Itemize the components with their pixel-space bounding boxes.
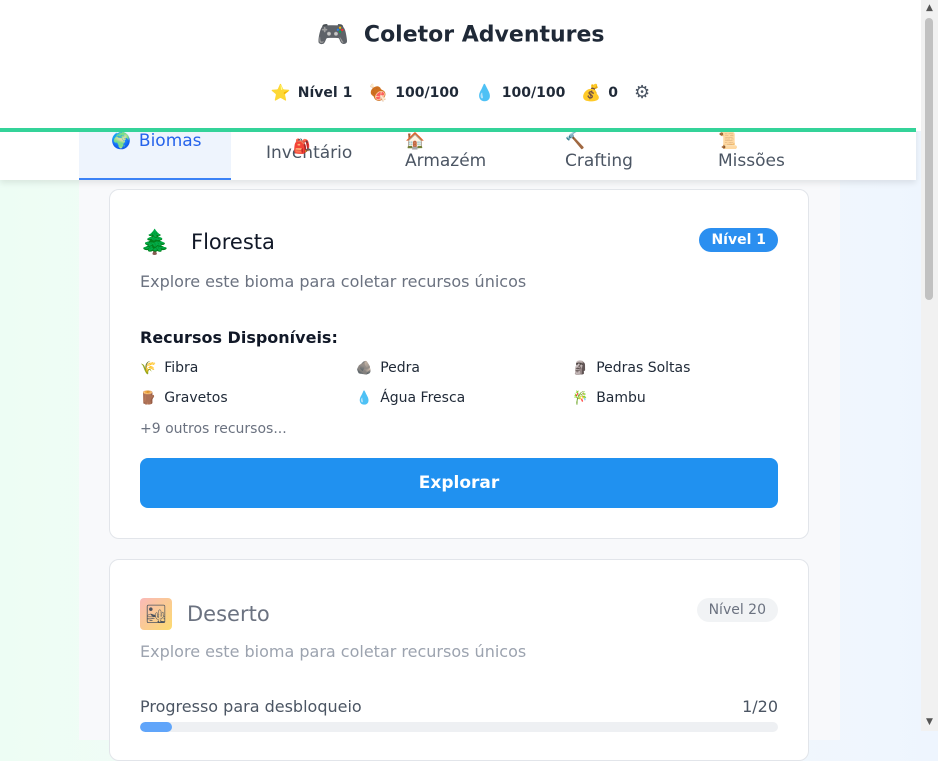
stat-hunger: 🍖 100/100 xyxy=(368,83,458,102)
stones-icon: 🗿 xyxy=(572,361,589,376)
rock-icon: 🪨 xyxy=(356,361,373,376)
globe-icon: 🌍 xyxy=(111,131,131,150)
star-icon: ⭐ xyxy=(270,83,291,102)
resource-item: 🪨 Pedra xyxy=(356,360,420,376)
money-bag-icon: 💰 xyxy=(581,83,602,102)
hammer-icon: 🔨 xyxy=(565,131,585,150)
backpack-icon: 🎒 xyxy=(293,139,311,155)
app-header: 🎮 Coletor Adventures ⭐ Nível 1 🍖 100/100… xyxy=(0,0,921,132)
level-value: Nível 1 xyxy=(297,84,353,101)
unlock-progress-label: Progresso para desbloqueio xyxy=(140,697,362,716)
biome-header: 🏜 Deserto xyxy=(140,598,270,630)
scrollbar[interactable]: ▲ ▼ xyxy=(921,0,938,731)
biome-description: Explore este bioma para coletar recursos… xyxy=(140,272,527,291)
tab-label: Biomas xyxy=(138,131,202,151)
biome-description: Explore este bioma para coletar recursos… xyxy=(140,642,527,661)
resources-title: Recursos Disponíveis: xyxy=(140,328,338,347)
biomes-panel: 🌲 Floresta Nível 1 Explore este bioma pa… xyxy=(79,180,840,761)
title-row: 🎮 Coletor Adventures xyxy=(0,20,921,50)
tab-label: Crafting xyxy=(565,151,633,171)
resource-name: Fibra xyxy=(164,360,199,376)
stat-money: 💰 0 xyxy=(581,83,618,102)
scroll-up-arrow-icon[interactable]: ▲ xyxy=(921,0,938,17)
resource-item: 🗿 Pedras Soltas xyxy=(572,360,690,376)
biome-name: Deserto xyxy=(187,602,270,626)
resource-item: 🪵 Gravetos xyxy=(140,390,228,406)
house-icon: 🏠 xyxy=(405,131,425,150)
resource-name: Bambu xyxy=(596,390,646,406)
resource-name: Pedras Soltas xyxy=(596,360,691,376)
wheat-icon: 🌾 xyxy=(140,361,157,376)
player-stats: ⭐ Nível 1 🍖 100/100 💧 100/100 💰 0 ⚙ xyxy=(0,82,921,103)
stat-level: ⭐ Nível 1 xyxy=(271,83,352,102)
resource-name: Água Fresca xyxy=(380,390,466,406)
scroll-down-arrow-icon[interactable]: ▼ xyxy=(921,714,938,731)
meat-icon: 🍖 xyxy=(368,83,389,102)
resource-item: 💧 Água Fresca xyxy=(356,390,465,406)
unlock-progress-count: 1/20 xyxy=(742,697,778,716)
more-resources: +9 outros recursos... xyxy=(140,421,287,437)
scroll-icon: 📜 xyxy=(718,131,738,150)
desert-icon: 🏜 xyxy=(140,598,172,630)
resource-item: 🎋 Bambu xyxy=(572,390,646,406)
gamepad-icon: 🎮 xyxy=(316,20,349,50)
explore-button[interactable]: Explorar xyxy=(140,458,778,508)
tree-icon: 🌲 xyxy=(140,228,170,256)
level-badge: Nível 1 xyxy=(699,228,778,252)
tab-label: Missões xyxy=(718,151,785,171)
header-accent-line xyxy=(0,128,916,132)
settings-gear-icon[interactable]: ⚙ xyxy=(634,82,650,103)
water-drop-icon: 💧 xyxy=(474,83,495,102)
biome-card-floresta: 🌲 Floresta Nível 1 Explore este bioma pa… xyxy=(109,189,809,539)
resource-name: Gravetos xyxy=(164,390,228,406)
stat-thirst: 💧 100/100 xyxy=(475,83,565,102)
tab-label: Armazém xyxy=(405,151,487,171)
resource-item: 🌾 Fibra xyxy=(140,360,198,376)
water-drop-icon: 💧 xyxy=(356,391,373,406)
thirst-value: 100/100 xyxy=(501,84,566,101)
money-value: 0 xyxy=(608,84,618,101)
wood-icon: 🪵 xyxy=(140,391,157,406)
hunger-value: 100/100 xyxy=(395,84,459,101)
biome-header: 🌲 Floresta xyxy=(140,228,275,256)
app-title: Coletor Adventures xyxy=(363,22,605,48)
resource-name: Pedra xyxy=(380,360,420,376)
bamboo-icon: 🎋 xyxy=(572,391,589,406)
biome-name: Floresta xyxy=(191,230,275,254)
scroll-thumb[interactable] xyxy=(925,18,933,300)
level-badge: Nível 20 xyxy=(696,598,778,622)
